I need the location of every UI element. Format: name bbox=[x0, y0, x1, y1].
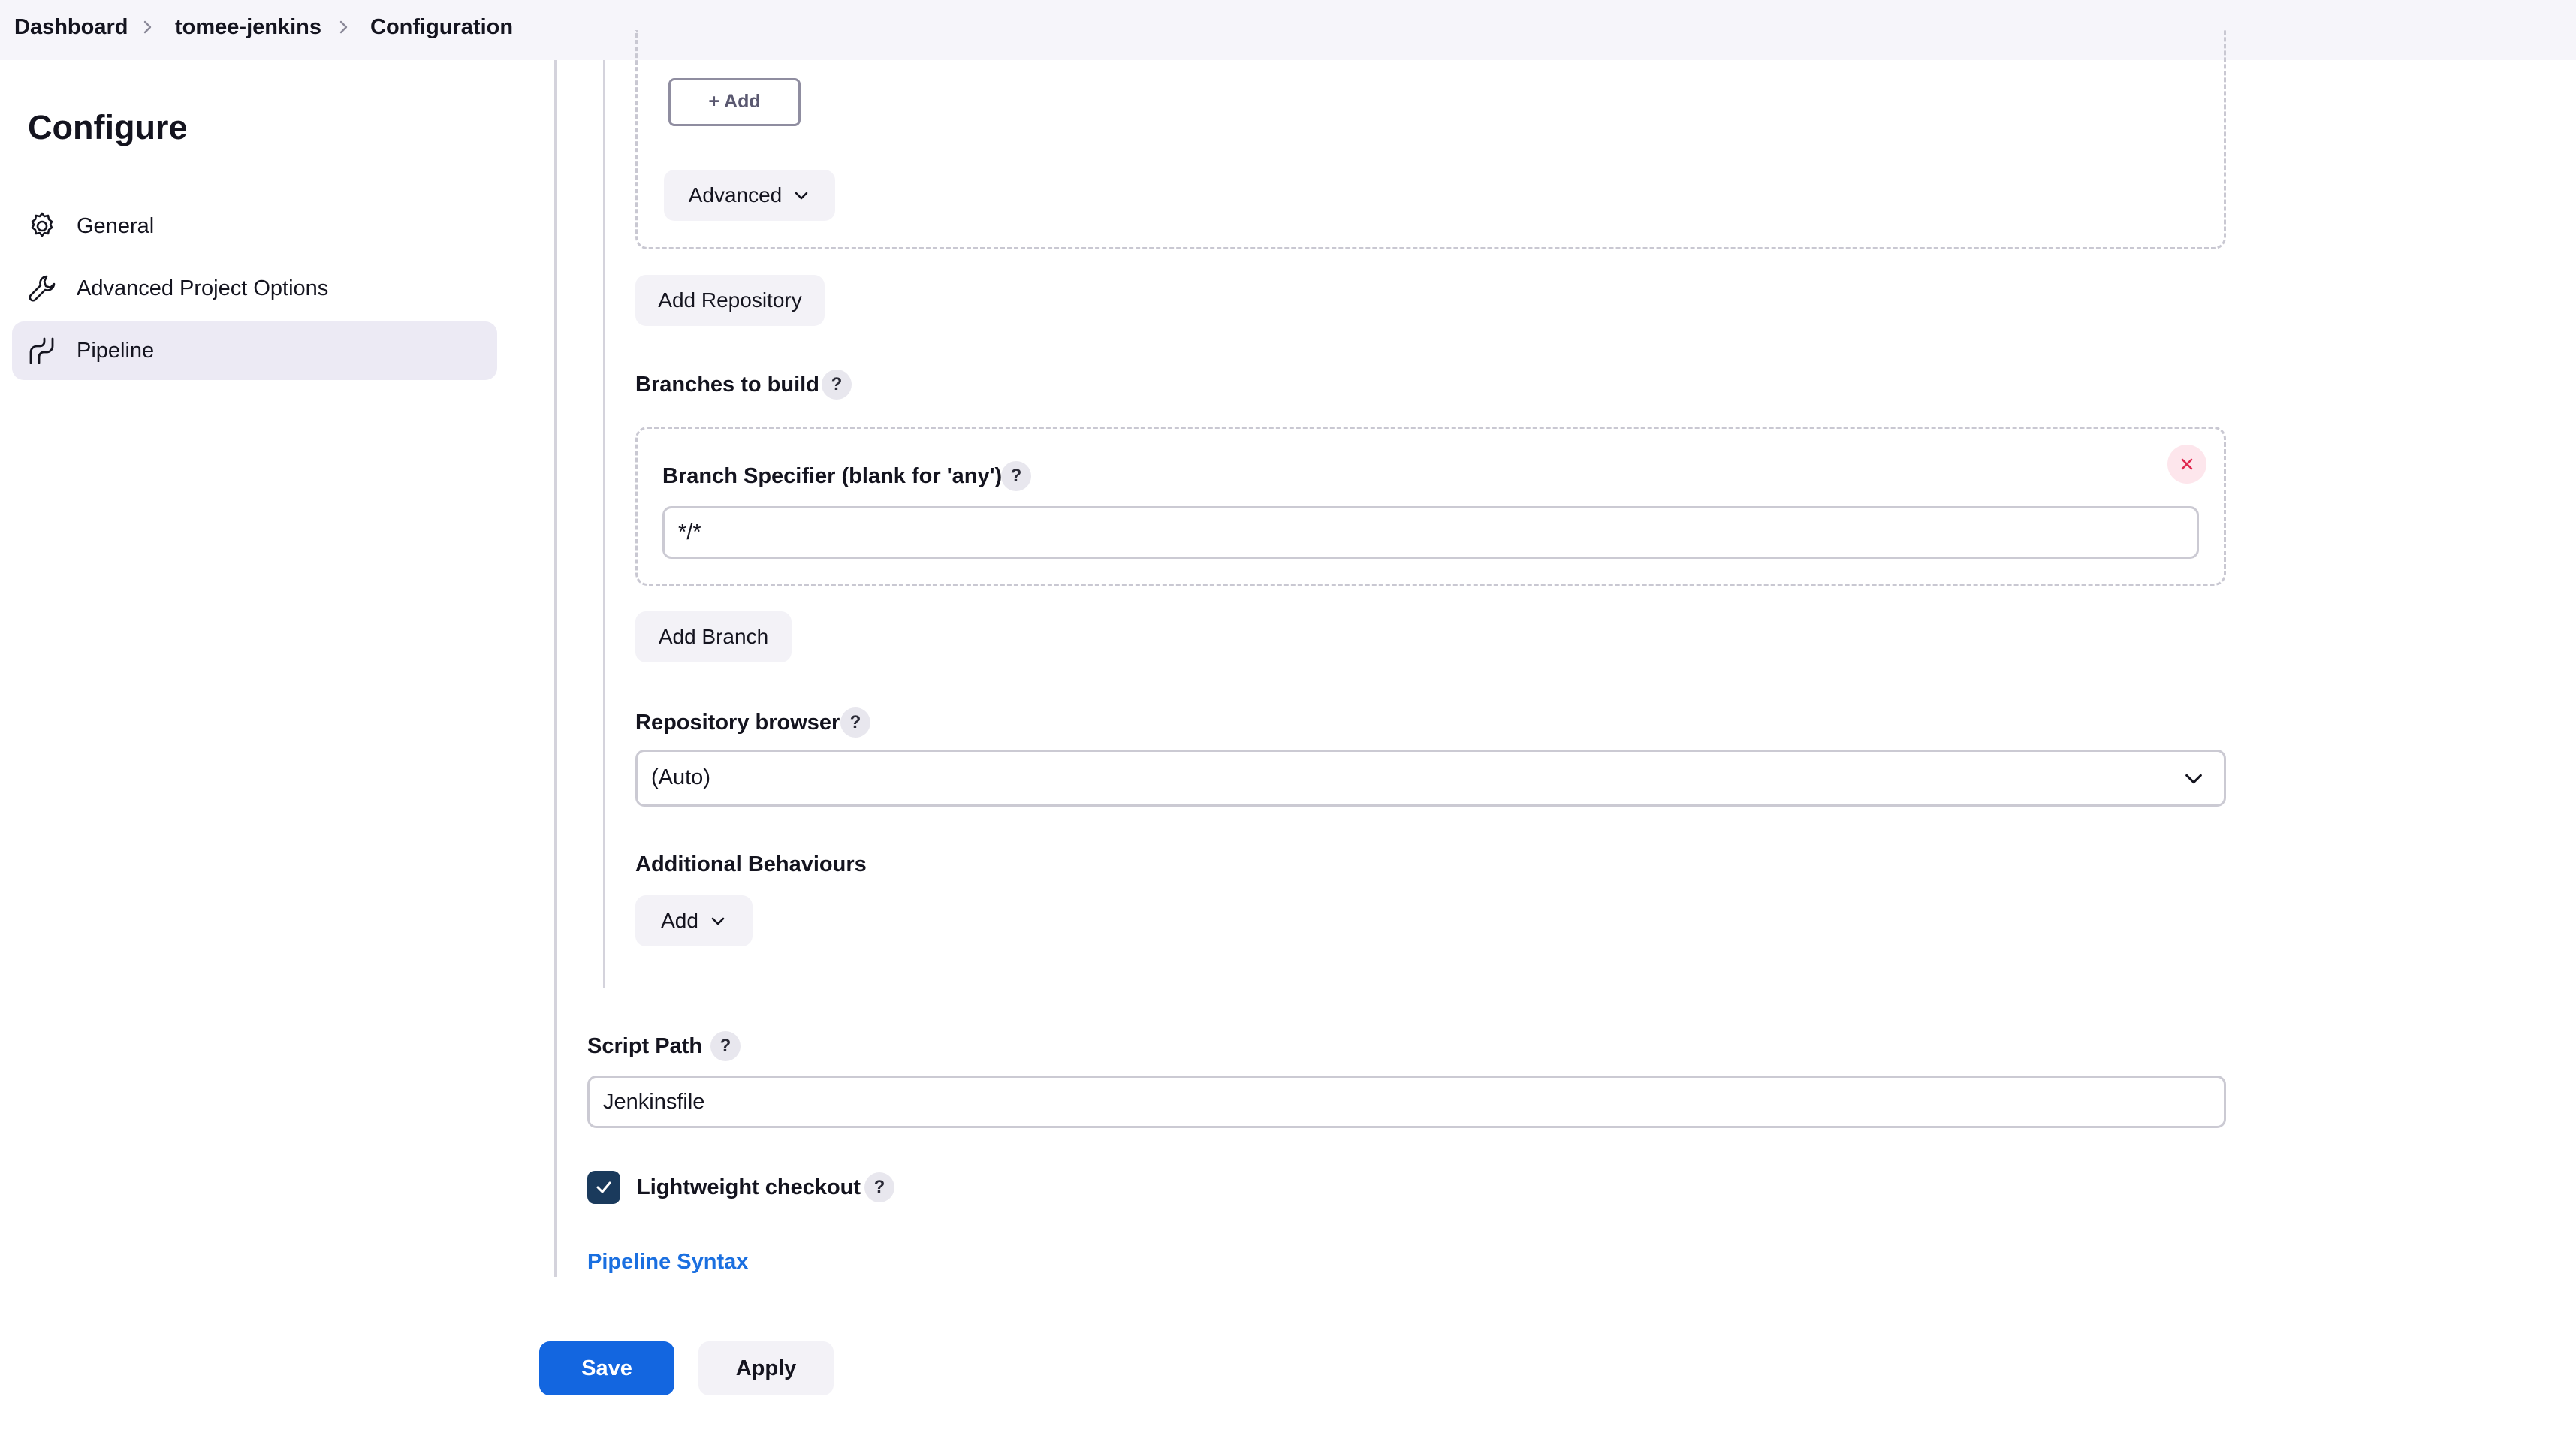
breadcrumb-dashboard[interactable]: Dashboard bbox=[14, 14, 128, 41]
breadcrumb-project[interactable]: tomee-jenkins bbox=[175, 14, 321, 41]
breadcrumb-configuration[interactable]: Configuration bbox=[370, 14, 513, 41]
script-path-input[interactable]: Jenkinsfile bbox=[587, 1076, 2226, 1128]
delete-branch-button[interactable] bbox=[2167, 445, 2206, 484]
branches-to-build-label: Branches to build bbox=[635, 373, 819, 397]
branch-specifier-label: Branch Specifier (blank for 'any') bbox=[662, 464, 1003, 488]
additional-behaviours-label: Additional Behaviours bbox=[635, 852, 867, 876]
repository-browser-label: Repository browser bbox=[635, 710, 840, 735]
pipeline-icon bbox=[27, 336, 57, 366]
chevron-right-icon bbox=[138, 18, 156, 36]
lightweight-checkout-checkbox[interactable] bbox=[587, 1171, 620, 1204]
add-behaviour-label: Add bbox=[661, 909, 698, 932]
repository-browser-select[interactable]: (Auto) bbox=[635, 750, 2226, 807]
repository-box bbox=[635, 30, 2226, 249]
sidebar-item-pipeline[interactable]: Pipeline bbox=[12, 321, 497, 380]
gear-icon bbox=[27, 211, 57, 241]
chevron-down-icon bbox=[2185, 774, 2202, 784]
sidebar-item-advanced-project-options[interactable]: Advanced Project Options bbox=[12, 259, 497, 318]
advanced-button[interactable]: Advanced bbox=[664, 170, 835, 221]
advanced-label: Advanced bbox=[688, 183, 783, 207]
branch-specifier-input[interactable]: */* bbox=[662, 506, 2199, 559]
pipeline-syntax-link[interactable]: Pipeline Syntax bbox=[587, 1248, 748, 1275]
help-icon[interactable]: ? bbox=[710, 1031, 741, 1061]
add-branch-button[interactable]: Add Branch bbox=[635, 611, 792, 662]
wrench-icon bbox=[27, 273, 57, 303]
add-credentials-button[interactable]: + Add bbox=[668, 78, 801, 126]
scm-section-divider bbox=[603, 60, 605, 988]
script-path-label: Script Path bbox=[587, 1034, 703, 1058]
page-title: Configure bbox=[28, 108, 188, 146]
save-button[interactable]: Save bbox=[539, 1341, 674, 1395]
help-icon[interactable]: ? bbox=[822, 370, 852, 400]
check-icon bbox=[596, 1181, 611, 1193]
sidebar-item-label: General bbox=[77, 214, 155, 238]
sidebar-item-label: Pipeline bbox=[77, 339, 155, 363]
help-icon[interactable]: ? bbox=[1001, 461, 1031, 491]
chevron-down-icon bbox=[795, 192, 808, 199]
add-behaviour-button[interactable]: Add bbox=[635, 895, 753, 946]
repository-browser-value: (Auto) bbox=[651, 765, 710, 789]
sidebar-item-general[interactable]: General bbox=[12, 197, 497, 255]
close-icon bbox=[2181, 458, 2193, 470]
chevron-right-icon bbox=[334, 18, 352, 36]
section-divider bbox=[554, 60, 557, 1277]
help-icon[interactable]: ? bbox=[864, 1172, 894, 1202]
help-icon[interactable]: ? bbox=[840, 707, 870, 738]
sidebar-item-label: Advanced Project Options bbox=[77, 276, 329, 300]
add-repository-button[interactable]: Add Repository bbox=[635, 275, 825, 326]
apply-button[interactable]: Apply bbox=[698, 1341, 834, 1395]
lightweight-checkout-label[interactable]: Lightweight checkout bbox=[637, 1174, 861, 1201]
chevron-down-icon bbox=[711, 917, 725, 925]
